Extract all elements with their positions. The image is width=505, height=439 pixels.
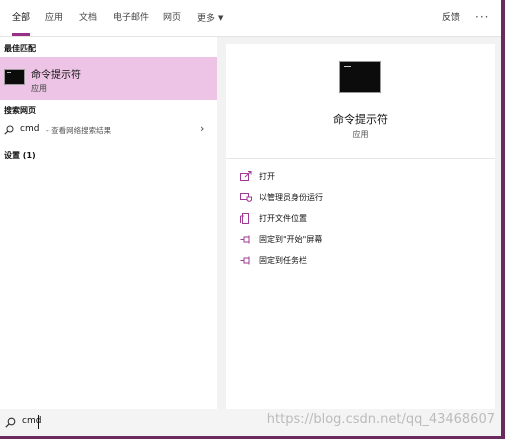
tab-email[interactable]: 电子邮件 bbox=[113, 0, 149, 36]
pin-icon bbox=[240, 256, 250, 265]
web-search-description: - 查看网络搜索结果 bbox=[46, 126, 112, 135]
shield-admin-icon bbox=[240, 193, 252, 202]
tab-apps[interactable]: 应用 bbox=[45, 0, 63, 36]
text-caret bbox=[38, 415, 39, 429]
best-match-title: 命令提示符 bbox=[31, 70, 81, 81]
settings-heading[interactable]: 设置 (1) bbox=[4, 150, 36, 161]
chevron-right-icon[interactable]: › bbox=[200, 122, 204, 135]
watermark: https://blog.csdn.net/qq_43468607 bbox=[266, 412, 495, 427]
feedback-button[interactable]: 反馈 bbox=[442, 0, 460, 36]
open-icon bbox=[240, 171, 252, 181]
action-pin-to-start[interactable]: 固定到"开始"屏幕 bbox=[240, 233, 480, 247]
action-open-label: 打开 bbox=[259, 172, 275, 181]
command-prompt-icon bbox=[4, 69, 25, 85]
action-open-file-location[interactable]: 打开文件位置 bbox=[240, 212, 480, 226]
search-icon bbox=[4, 125, 14, 135]
action-run-as-admin-label: 以管理员身份运行 bbox=[259, 193, 323, 202]
tab-more[interactable]: 更多 ▼ bbox=[197, 0, 223, 36]
web-search-term: cmd bbox=[20, 124, 40, 134]
action-pin-to-taskbar-label: 固定到任务栏 bbox=[259, 256, 307, 265]
detail-subtitle: 应用 bbox=[352, 130, 369, 139]
more-options-button[interactable]: ··· bbox=[475, 0, 489, 36]
pin-icon bbox=[240, 235, 250, 244]
tab-more-label: 更多 bbox=[197, 14, 216, 24]
results-list: 最佳匹配 命令提示符 应用 搜索网页 cmd - 查看网络搜索结果 › 设置 (… bbox=[0, 37, 217, 409]
action-open-file-location-label: 打开文件位置 bbox=[259, 214, 307, 223]
detail-pane: 命令提示符 应用 打开 以管理员身份运行 打开文件位置 固定到"开始"屏幕 固定… bbox=[226, 44, 495, 409]
action-open[interactable]: 打开 bbox=[240, 170, 480, 184]
command-prompt-icon bbox=[339, 61, 381, 93]
best-match-subtitle: 应用 bbox=[31, 84, 47, 93]
action-run-as-admin[interactable]: 以管理员身份运行 bbox=[240, 191, 480, 205]
best-match-item[interactable]: 命令提示符 应用 bbox=[0, 57, 217, 100]
tab-bar: 全部 应用 文档 电子邮件 网页 更多 ▼ 反馈 ··· bbox=[0, 0, 501, 37]
tab-web[interactable]: 网页 bbox=[163, 0, 181, 36]
search-panel: 全部 应用 文档 电子邮件 网页 更多 ▼ 反馈 ··· 最佳匹配 命令提示符 应… bbox=[0, 0, 501, 409]
detail-title: 命令提示符 bbox=[333, 113, 388, 126]
best-match-heading: 最佳匹配 bbox=[4, 44, 36, 53]
tab-all[interactable]: 全部 bbox=[12, 0, 31, 36]
web-search-item[interactable]: cmd - 查看网络搜索结果 › bbox=[0, 122, 217, 139]
divider bbox=[226, 158, 495, 159]
tab-documents[interactable]: 文档 bbox=[79, 0, 97, 36]
file-location-icon bbox=[240, 213, 249, 224]
web-search-heading: 搜索网页 bbox=[4, 106, 36, 115]
action-pin-to-taskbar[interactable]: 固定到任务栏 bbox=[240, 254, 480, 268]
chevron-down-icon: ▼ bbox=[218, 14, 224, 22]
action-pin-to-start-label: 固定到"开始"屏幕 bbox=[259, 235, 323, 244]
search-icon bbox=[5, 417, 16, 428]
